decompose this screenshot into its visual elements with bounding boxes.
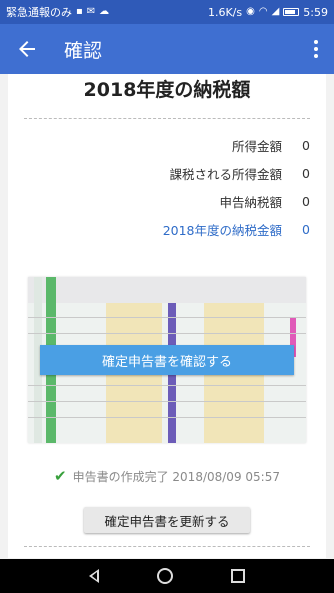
app-bar: 確認 bbox=[0, 24, 334, 74]
income-value: 0 bbox=[302, 137, 310, 153]
status-bar: 緊急通報のみ ▪ ✉ ☁ 1.6K/s ◉ ◠ ◢ 5:59 bbox=[0, 0, 334, 24]
preview-line bbox=[28, 385, 306, 386]
total-tax-label: 2018年度の納税金額 bbox=[162, 222, 282, 238]
update-return-button[interactable]: 確定申告書を更新する bbox=[84, 507, 250, 533]
clock: 5:59 bbox=[303, 5, 328, 19]
declared-tax-label: 申告納税額 bbox=[219, 194, 282, 210]
nav-back-icon[interactable] bbox=[89, 569, 99, 583]
eye-icon: ◉ bbox=[246, 6, 255, 17]
preview-line bbox=[28, 401, 306, 402]
tax-summary-card: 2018年度の納税額 所得金額 0 課税される所得金額 0 申告納税額 0 20… bbox=[8, 74, 326, 558]
declared-tax-value: 0 bbox=[302, 193, 310, 209]
wifi-icon: ◠ bbox=[258, 6, 268, 17]
view-return-button[interactable]: 確定申告書を確認する bbox=[40, 345, 294, 375]
row-declared-tax: 申告納税額 0 bbox=[24, 187, 310, 215]
check-icon: ✔ bbox=[54, 467, 67, 485]
preview-header bbox=[28, 277, 306, 303]
carrier-text: 緊急通報のみ bbox=[6, 6, 72, 19]
completion-text: 申告書の作成完了 2018/08/09 05:57 bbox=[72, 469, 280, 484]
amount-list: 所得金額 0 課税される所得金額 0 申告納税額 0 2018年度の納税金額 0 bbox=[24, 131, 310, 243]
income-label: 所得金額 bbox=[231, 138, 282, 154]
tax-form-preview: 確定申告書を確認する bbox=[28, 277, 306, 443]
row-taxable-income: 課税される所得金額 0 bbox=[24, 159, 310, 187]
signal-icon: ◢ bbox=[271, 6, 280, 17]
nav-recents-icon[interactable] bbox=[231, 569, 245, 583]
preview-line bbox=[28, 417, 306, 418]
nav-home-icon[interactable] bbox=[157, 568, 173, 584]
divider bbox=[24, 118, 310, 119]
network-speed: 1.6K/s bbox=[207, 5, 243, 19]
cloud-icon: ☁ bbox=[99, 6, 110, 17]
taxable-income-value: 0 bbox=[302, 165, 310, 181]
mail-icon: ✉ bbox=[86, 6, 96, 17]
row-income: 所得金額 0 bbox=[24, 131, 310, 159]
completion-status: ✔ 申告書の作成完了 2018/08/09 05:57 bbox=[24, 467, 310, 485]
preview-line bbox=[28, 333, 306, 334]
notification-icon: ▪ bbox=[76, 6, 83, 17]
preview-line bbox=[28, 317, 306, 318]
total-tax-value: 0 bbox=[302, 221, 310, 237]
summary-heading: 2018年度の納税額 bbox=[83, 79, 251, 101]
page-title: 確認 bbox=[64, 39, 103, 62]
divider bbox=[24, 546, 310, 547]
arrow-left-icon[interactable] bbox=[12, 34, 42, 64]
system-nav-bar bbox=[0, 559, 334, 593]
row-total-tax: 2018年度の納税金額 0 bbox=[24, 215, 310, 243]
battery-icon bbox=[283, 8, 300, 16]
taxable-income-label: 課税される所得金額 bbox=[169, 166, 282, 182]
more-vert-icon[interactable] bbox=[310, 40, 322, 58]
